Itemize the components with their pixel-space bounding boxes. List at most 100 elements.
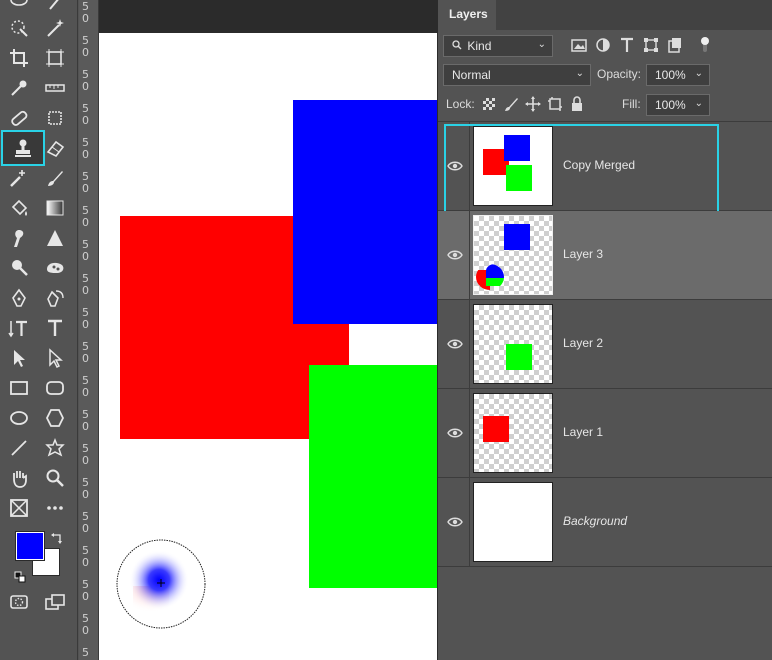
layer-thumbnail xyxy=(473,215,553,295)
ruler-mark: 0 xyxy=(82,284,89,297)
layer-row-layer-3[interactable]: Layer 3 xyxy=(438,211,772,300)
filter-kind-select[interactable]: Kind ⌄ xyxy=(443,35,553,57)
lock-transparency-icon[interactable] xyxy=(480,95,498,113)
filter-kind-value: Kind xyxy=(467,39,492,53)
vertical-ruler: 5 0 5 0 5 0 5 0 5 0 5 0 5 0 5 0 5 0 5 0 … xyxy=(79,0,99,660)
custom-shape-tool[interactable] xyxy=(40,434,70,462)
ruler-icon xyxy=(45,84,65,92)
brush-icon xyxy=(48,171,63,186)
layer-name: Background xyxy=(563,514,628,528)
curvature-pen-tool[interactable] xyxy=(40,284,70,312)
screen-mode-button[interactable] xyxy=(40,588,70,616)
rectangle-tool[interactable] xyxy=(4,374,34,402)
ruler-tool[interactable] xyxy=(40,74,70,102)
dodge-tool[interactable] xyxy=(4,254,34,282)
rounded-rectangle-tool[interactable] xyxy=(40,374,70,402)
brush-tool[interactable] xyxy=(40,164,70,192)
gradient-tool[interactable] xyxy=(40,194,70,222)
path-selection-tool[interactable] xyxy=(4,344,34,372)
blend-mode-select[interactable]: Normal ⌄ xyxy=(443,64,591,86)
lock-artboard-icon[interactable] xyxy=(546,95,564,113)
healing-brush-tool[interactable] xyxy=(4,104,34,132)
ruler-mark: 0 xyxy=(82,148,89,161)
swap-colors-icon[interactable] xyxy=(50,530,64,544)
eyedropper-tool[interactable] xyxy=(4,74,34,102)
layer-name: Layer 1 xyxy=(563,425,604,439)
rounded-rectangle-icon xyxy=(46,381,64,395)
layer-row-layer-1[interactable]: Layer 1 xyxy=(438,389,772,478)
line-tool[interactable] xyxy=(4,434,34,462)
eraser-tool[interactable] xyxy=(40,134,70,162)
paint-bucket-tool[interactable] xyxy=(4,194,34,222)
quick-mask-button[interactable] xyxy=(4,588,34,616)
patch-tool[interactable] xyxy=(40,104,70,132)
tab-layers[interactable]: Layers xyxy=(438,0,496,30)
patch-icon xyxy=(48,111,62,125)
canvas-area[interactable] xyxy=(99,0,437,660)
ruler-mark: 0 xyxy=(82,556,89,569)
document-canvas[interactable] xyxy=(99,33,437,660)
ruler-mark: 0 xyxy=(82,12,89,25)
ruler-mark: 0 xyxy=(82,114,89,127)
quick-selection-tool[interactable] xyxy=(4,14,34,42)
smudge-tool[interactable] xyxy=(4,224,34,252)
magic-wand-icon xyxy=(47,19,64,37)
ruler-mark: 0 xyxy=(82,522,89,535)
panel-tab-bar: Layers xyxy=(438,0,772,30)
zoom-tool[interactable] xyxy=(40,464,70,492)
type-tool[interactable] xyxy=(40,314,70,342)
foreground-color-swatch[interactable] xyxy=(16,532,44,560)
eye-icon[interactable] xyxy=(447,514,463,530)
default-colors-icon[interactable] xyxy=(14,568,26,583)
frame-placeholder-tool[interactable] xyxy=(4,494,34,522)
lasso-icon xyxy=(10,0,28,6)
filter-toggle-switch[interactable] xyxy=(700,36,710,54)
eye-icon[interactable] xyxy=(447,336,463,352)
arrow-icon xyxy=(14,350,25,367)
ruler-mark: 0 xyxy=(82,420,89,433)
more-tools-button[interactable] xyxy=(40,494,70,522)
adjustment-filter-icon[interactable] xyxy=(594,36,612,54)
dodge-icon xyxy=(12,260,28,276)
frame-tool[interactable] xyxy=(40,44,70,72)
direct-selection-tool[interactable] xyxy=(40,344,70,372)
sponge-tool[interactable] xyxy=(40,254,70,282)
shape-filter-icon[interactable] xyxy=(642,36,660,54)
layer-row-layer-2[interactable]: Layer 2 xyxy=(438,300,772,389)
green-square xyxy=(309,365,437,588)
fill-input[interactable]: 100% ⌄ xyxy=(646,94,710,116)
layer-row-background[interactable]: Background xyxy=(438,478,772,567)
sponge-icon xyxy=(47,262,64,273)
eye-icon[interactable] xyxy=(447,425,463,441)
eye-icon[interactable] xyxy=(447,247,463,263)
lock-pixels-icon[interactable] xyxy=(502,95,520,113)
vertical-type-tool[interactable] xyxy=(4,314,34,342)
curvature-pen-icon xyxy=(47,290,64,307)
photoshop-window: 5 0 5 0 5 0 5 0 5 0 5 0 5 0 5 0 5 0 5 0 … xyxy=(0,0,772,660)
crop-tool[interactable] xyxy=(4,44,34,72)
brush-variant-tool[interactable] xyxy=(4,164,34,192)
lock-position-icon[interactable] xyxy=(524,95,542,113)
frame-x-icon xyxy=(10,499,28,517)
hand-tool[interactable] xyxy=(4,464,34,492)
sharpen-tool[interactable] xyxy=(40,224,70,252)
layer-row-copy-merged[interactable]: Copy Merged xyxy=(438,122,772,213)
lock-all-icon[interactable] xyxy=(568,95,586,113)
ellipsis-icon xyxy=(47,506,63,510)
ellipse-tool[interactable] xyxy=(4,404,34,432)
fill-value: 100% xyxy=(655,98,686,112)
type-filter-icon[interactable] xyxy=(618,36,636,54)
clone-stamp-tool[interactable] xyxy=(1,130,45,166)
magic-wand-tool[interactable] xyxy=(40,14,70,42)
pixel-filter-icon[interactable] xyxy=(570,36,588,54)
crop-icon xyxy=(10,49,28,67)
smart-object-filter-icon[interactable] xyxy=(666,36,684,54)
polygon-tool[interactable] xyxy=(40,404,70,432)
ellipse-icon xyxy=(10,411,28,425)
opacity-value: 100% xyxy=(655,68,686,82)
direct-arrow-icon xyxy=(49,348,63,369)
clone-brush-cursor xyxy=(116,539,206,629)
tools-panel xyxy=(0,0,78,660)
pen-tool[interactable] xyxy=(4,284,34,312)
opacity-input[interactable]: 100% ⌄ xyxy=(646,64,710,86)
